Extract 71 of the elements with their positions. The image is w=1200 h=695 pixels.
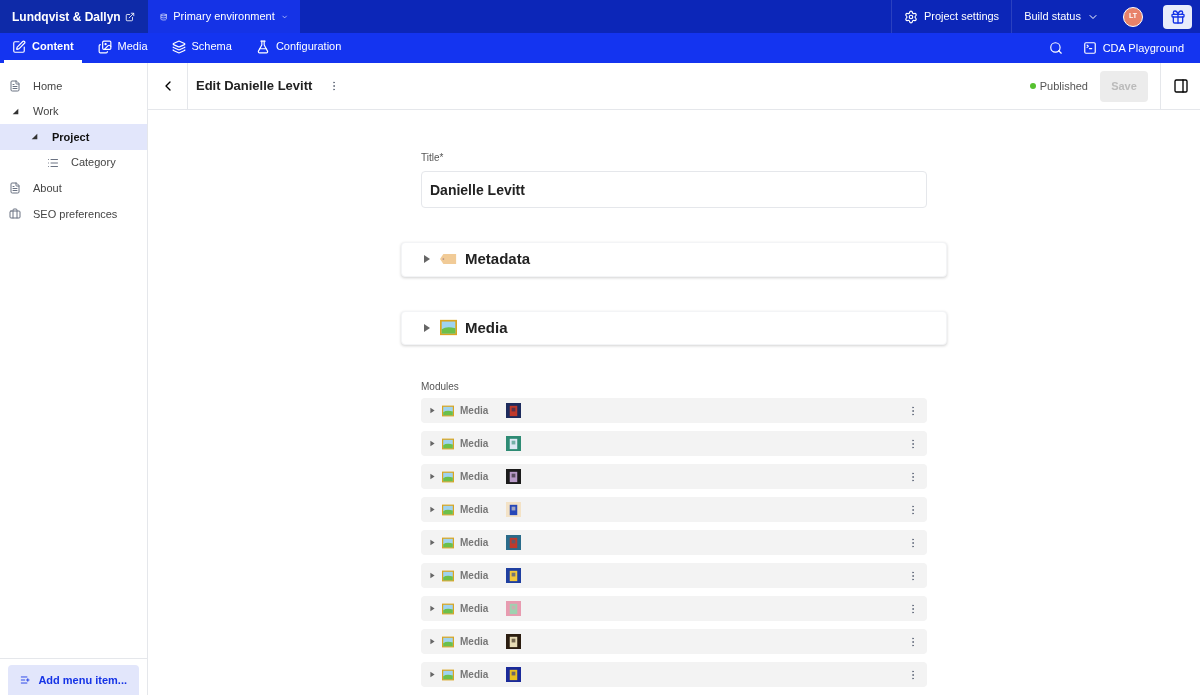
framed-picture-icon xyxy=(442,602,454,615)
module-row[interactable]: Media xyxy=(421,596,927,621)
images-icon xyxy=(97,39,112,54)
module-row[interactable]: Media xyxy=(421,497,927,522)
caret-icon[interactable] xyxy=(429,671,436,678)
module-row[interactable]: Media xyxy=(421,464,927,489)
briefcase-icon xyxy=(9,207,21,220)
settings-icon xyxy=(903,9,918,24)
sidebar-item[interactable]: Project xyxy=(0,124,147,150)
caret-icon[interactable] xyxy=(429,572,436,579)
nav-tab[interactable]: Configuration xyxy=(247,33,350,63)
framed-picture-icon xyxy=(440,319,457,337)
status-label: Published xyxy=(1039,78,1088,94)
module-row[interactable]: Media xyxy=(421,398,927,423)
framed-picture-icon xyxy=(442,569,454,582)
add-menu-item-button[interactable]: Add menu item... xyxy=(8,665,139,695)
module-row[interactable]: Media xyxy=(421,530,927,555)
list-add-icon xyxy=(20,673,31,687)
caret-icon[interactable] xyxy=(429,605,436,612)
framed-picture-icon xyxy=(442,404,454,417)
caret-icon[interactable] xyxy=(429,407,436,414)
framed-picture-icon xyxy=(442,437,454,450)
caret-icon[interactable] xyxy=(422,322,432,333)
module-row[interactable]: Media xyxy=(421,629,927,654)
module-row[interactable]: Media xyxy=(421,662,927,687)
module-row[interactable]: Media xyxy=(421,431,927,456)
project-name: Lundqvist & Dallyn xyxy=(12,8,121,26)
nav-tab[interactable]: Media xyxy=(89,33,156,63)
framed-picture-icon xyxy=(442,470,454,483)
database-icon xyxy=(160,10,168,23)
collapsible-section[interactable]: Metadata xyxy=(401,242,947,277)
sidebar-item[interactable]: Category xyxy=(0,149,147,176)
module-row[interactable]: Media xyxy=(421,563,927,588)
field-label: Modules xyxy=(421,380,460,394)
expanded-caret-icon[interactable] xyxy=(30,133,38,141)
sidebar-item[interactable]: About xyxy=(0,175,147,201)
external-link-icon[interactable] xyxy=(124,11,135,22)
environment-dropdown[interactable]: Primary environment xyxy=(148,0,300,33)
field-label: Title* xyxy=(421,151,445,165)
caret-icon[interactable] xyxy=(429,473,436,480)
tag-icon xyxy=(440,253,457,266)
caret-icon[interactable] xyxy=(429,638,436,645)
framed-picture-icon xyxy=(442,635,454,648)
layers-icon xyxy=(171,39,186,54)
framed-picture-icon xyxy=(442,668,454,681)
nav-tab[interactable]: Content xyxy=(4,33,82,63)
sidebar-item[interactable]: SEO preferences xyxy=(0,200,147,227)
sidebar-item[interactable]: Work xyxy=(0,98,147,125)
expanded-caret-icon[interactable] xyxy=(11,107,19,115)
search-icon[interactable] xyxy=(1048,41,1063,55)
framed-picture-icon xyxy=(442,503,454,516)
caret-icon[interactable] xyxy=(429,440,436,447)
list-icon xyxy=(47,156,59,169)
gift-button[interactable] xyxy=(1163,4,1192,29)
editor-title: Edit Danielle Levitt xyxy=(196,77,313,96)
terminal-icon xyxy=(1082,41,1097,55)
nav-tab[interactable]: Schema xyxy=(163,33,240,63)
gift-icon xyxy=(1169,8,1186,25)
side-panel-icon[interactable] xyxy=(1172,78,1189,94)
title-field[interactable]: Danielle Levitt xyxy=(421,171,927,208)
sidebar-item[interactable]: Home xyxy=(0,73,147,99)
document-icon xyxy=(9,182,21,195)
caret-icon[interactable] xyxy=(429,506,436,513)
collapsible-section[interactable]: Media xyxy=(401,310,947,345)
playground-button[interactable]: CDA Playground xyxy=(1082,33,1196,63)
caret-icon[interactable] xyxy=(429,539,436,546)
framed-picture-icon xyxy=(442,536,454,549)
flask-icon xyxy=(255,39,270,54)
pencil-square-icon xyxy=(12,39,26,54)
caret-icon[interactable] xyxy=(422,254,432,265)
document-icon xyxy=(9,79,21,92)
